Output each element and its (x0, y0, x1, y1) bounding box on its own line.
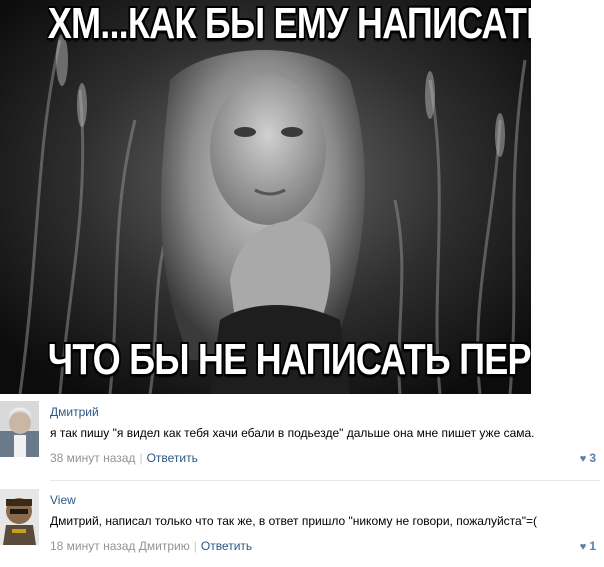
comment-author[interactable]: View (50, 493, 76, 507)
meme-bottom-caption: ЧТО БЫ НЕ НАПИСАТЬ ПЕРВОЙ (47, 335, 531, 384)
comment-meta: 18 минут назад Дмитрию | Ответить (50, 539, 252, 553)
reply-link[interactable]: Ответить (147, 451, 198, 465)
comment-time[interactable]: 18 минут назад (50, 539, 135, 553)
comment-item: View Дмитрий, написал только что так же,… (0, 489, 604, 564)
avatar[interactable] (0, 489, 39, 545)
like-button[interactable]: ♥ 1 (580, 539, 596, 553)
like-count: 1 (589, 539, 596, 553)
avatar[interactable] (0, 401, 39, 457)
meta-separator: | (139, 451, 143, 465)
meme-top-caption: ХМ...КАК БЫ ЕМУ НАПИСАТЬ ТАК (47, 0, 531, 48)
comment-text: я так пишу "я видел как тебя хачи ебали … (50, 426, 535, 440)
meta-separator: | (193, 539, 197, 553)
comment-item: Дмитрий я так пишу "я видел как тебя хач… (0, 401, 604, 476)
comment-text: Дмитрий, написал только что так же, в от… (50, 514, 537, 528)
comment-divider (50, 480, 600, 481)
comment-meta: 38 минут назад | Ответить (50, 451, 198, 465)
comment-author[interactable]: Дмитрий (50, 405, 99, 419)
like-count: 3 (589, 451, 596, 465)
comment-time[interactable]: 38 минут назад (50, 451, 135, 465)
heart-icon: ♥ (579, 453, 587, 465)
heart-icon: ♥ (579, 541, 587, 553)
reply-to-name[interactable]: Дмитрию (139, 539, 190, 553)
meme-image: ХМ...КАК БЫ ЕМУ НАПИСАТЬ ТАК ЧТО БЫ НЕ Н… (0, 0, 531, 394)
reply-link[interactable]: Ответить (201, 539, 252, 553)
like-button[interactable]: ♥ 3 (580, 451, 596, 465)
